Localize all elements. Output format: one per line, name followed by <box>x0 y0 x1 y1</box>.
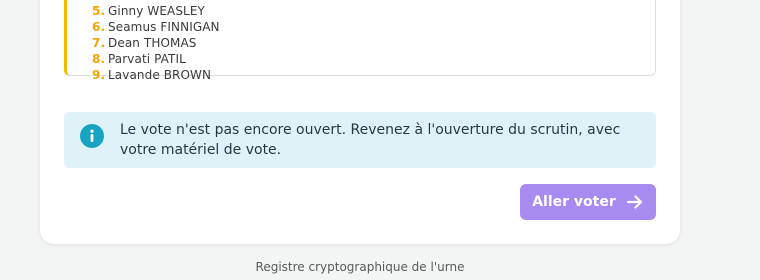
candidate-number: 7. <box>92 36 106 50</box>
candidate-list-box: 5. Ginny WEASLEY 6. Seamus FINNIGAN 7. Dean… <box>64 0 656 82</box>
info-icon <box>80 124 104 148</box>
candidate-name: Parvati PATIL <box>108 52 186 66</box>
candidate-number: 5. <box>92 4 106 18</box>
candidate-name: Ginny WEASLEY <box>108 4 205 18</box>
go-vote-label: Aller voter <box>532 194 616 210</box>
candidate-item: 6. Seamus FINNIGAN <box>92 19 220 35</box>
candidate-item: 9. Lavande BROWN <box>92 67 220 83</box>
candidate-item: 5. Ginny WEASLEY <box>92 3 220 19</box>
info-message: Le vote n'est pas encore ouvert. Revenez… <box>120 122 621 158</box>
arrow-right-icon <box>626 194 644 210</box>
candidate-number: 6. <box>92 20 106 34</box>
candidate-name: Lavande BROWN <box>108 68 212 82</box>
candidate-list: 5. Ginny WEASLEY 6. Seamus FINNIGAN 7. Dean… <box>92 3 220 83</box>
go-vote-button[interactable]: Aller voter <box>520 184 656 220</box>
info-alert: Le vote n'est pas encore ouvert. Revenez… <box>64 112 656 168</box>
footer-link[interactable]: Registre cryptographique de l'urne <box>0 260 720 274</box>
candidate-name: Seamus FINNIGAN <box>108 20 220 34</box>
candidate-number: 8. <box>92 52 106 66</box>
candidate-item: 8. Parvati PATIL <box>92 51 220 67</box>
candidate-name: Dean THOMAS <box>108 36 197 50</box>
vote-card: 5. Ginny WEASLEY 6. Seamus FINNIGAN 7. Dean… <box>40 0 680 244</box>
candidate-item: 7. Dean THOMAS <box>92 35 220 51</box>
candidate-number: 9. <box>92 68 106 82</box>
